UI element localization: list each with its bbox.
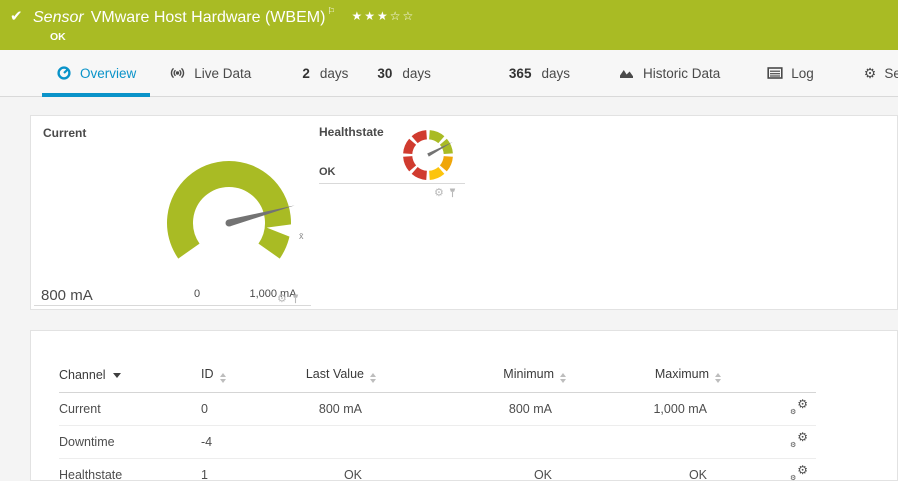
healthstate-gauge [403,130,453,180]
sensor-status-badge: OK [50,31,66,43]
sort-icon [219,373,226,383]
log-icon [767,67,783,79]
table-row: Downtime -4 ⚙ ⚙ [59,425,816,459]
current-gauge: x̄ 0 1,000 mA [167,161,304,300]
sort-desc-icon [112,373,121,378]
table-row: Healthstate 1 OK OK OK ⚙ ⚙ [59,458,816,481]
channel-minimum: 800 mA [376,392,566,426]
channel-last-value: 800 mA [276,392,376,426]
priority-stars[interactable]: ★★★☆☆ [351,9,415,23]
table-row: Current 0 800 mA 800 mA 1,000 mA ⚙ ⚙ [59,392,816,426]
tab-label: Live Data [194,65,252,81]
current-gauge-title: Current [43,126,87,140]
column-header-minimum[interactable]: Minimum [376,361,566,393]
sensor-kind-label: Sensor [33,9,84,26]
pin-icon[interactable] [291,293,300,305]
tab-label: Historic Data [642,65,721,81]
sort-icon [715,373,721,383]
channel-name: Downtime [59,425,201,459]
column-header-actions [721,361,816,393]
healthstate-gauge-value: OK [319,166,336,178]
current-gauge-controls: ⚙ [277,293,300,305]
pin-icon[interactable] [448,187,457,199]
tab-2-days[interactable]: 2 days [302,50,348,96]
channel-maximum: 1,000 mA [566,392,721,426]
tab-label: Log [791,65,814,81]
channel-settings-icon[interactable]: ⚙ ⚙ [790,431,808,449]
sensor-header-band: ✔ Sensor VMware Host Hardware (WBEM) ⚐ ★★★☆… [0,0,898,50]
tab-label: days [541,65,570,81]
channel-id: 0 [201,392,276,426]
channel-minimum [376,425,566,459]
channel-settings-icon[interactable]: ⚙ ⚙ [790,464,808,481]
channel-table-panel: Channel ID Last Value Minimum Maximum Cu… [30,330,898,481]
gear-icon: ⚙ [863,65,877,81]
tab-label: Overview [80,65,137,81]
channel-maximum: OK [566,458,721,481]
status-check-icon: ✔ [10,8,23,25]
channel-settings-icon[interactable]: ⚙ ⚙ [790,398,808,416]
column-header-channel[interactable]: Channel [59,361,201,393]
channel-id: 1 [201,458,276,481]
channel-maximum [566,425,721,459]
content-area: Current x̄ 0 1,000 mA 800 mA ⚙ Healthsta… [0,97,898,481]
live-icon [171,68,185,78]
column-header-id[interactable]: ID [201,361,276,393]
sort-icon [370,373,376,383]
channel-name: Healthstate [59,458,201,481]
tab-30-days[interactable]: 30 days [377,50,431,96]
average-marker-label: x̄ [299,231,304,241]
tab-log[interactable]: Log [767,50,814,96]
tab-label: days [319,65,349,81]
tab-bar: Overview Live Data 2 days 30 days 365 da… [0,50,898,97]
sort-icon [560,373,566,383]
channel-id: -4 [201,425,276,459]
current-gauge-divider [34,305,311,306]
gauge-settings-gear-icon[interactable]: ⚙ [277,293,287,305]
chart-icon [619,70,633,78]
column-header-maximum[interactable]: Maximum [566,361,721,393]
tab-overview[interactable]: Overview [41,50,151,97]
channel-name: Current [59,392,201,426]
page-title: VMware Host Hardware (WBEM) [90,9,326,26]
scale-min-label: 0 [194,288,200,300]
tab-number: 365 [508,65,532,81]
healthstate-gauge-controls: ⚙ [434,187,457,199]
gauge-icon [57,66,71,80]
channel-minimum: OK [376,458,566,481]
table-header-row: Channel ID Last Value Minimum Maximum [59,361,816,393]
tab-label: days [402,65,431,81]
tab-number: 2 [302,65,310,81]
flag-icon[interactable]: ⚐ [327,6,335,16]
gauge-settings-gear-icon[interactable]: ⚙ [434,187,444,199]
healthstate-gauge-title: Healthstate [319,125,384,139]
channel-last-value [276,425,376,459]
tab-settings[interactable]: ⚙ Settings [864,50,898,96]
current-gauge-value: 800 mA [41,287,93,304]
tab-365-days[interactable]: 365 days [509,50,570,96]
sensor-title-line: Sensor VMware Host Hardware (WBEM) ⚐ ★★★☆☆ [33,6,415,27]
tab-label: Settings [884,65,898,81]
tab-live-data[interactable]: Live Data [169,50,251,96]
gauges-panel: Current x̄ 0 1,000 mA 800 mA ⚙ Healthsta… [30,115,898,310]
channel-last-value: OK [276,458,376,481]
tab-historic-data[interactable]: Historic Data [619,50,720,96]
tab-number: 30 [377,65,393,81]
channel-table: Channel ID Last Value Minimum Maximum Cu… [59,361,816,481]
column-header-last-value[interactable]: Last Value [276,361,376,393]
